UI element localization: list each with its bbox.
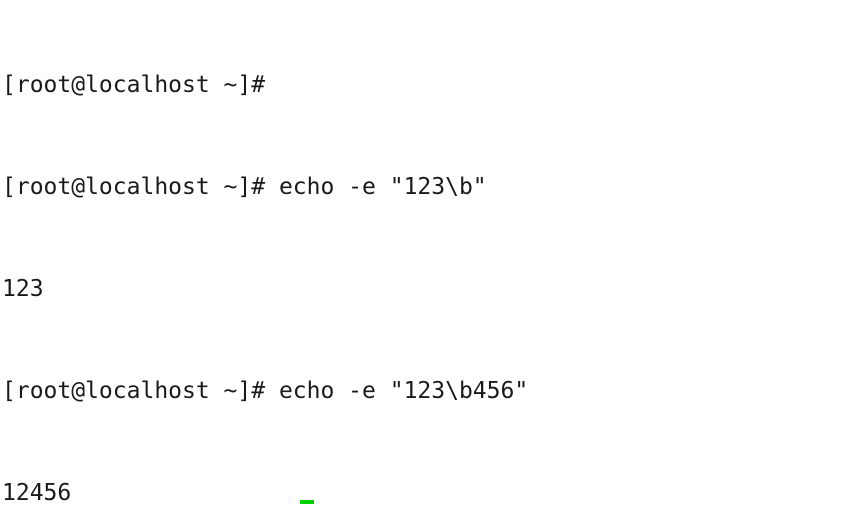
terminal-line: [root@localhost ~]# echo -e "123\b456" (2, 374, 857, 408)
cursor-icon (300, 500, 314, 504)
terminal-line: 12456 (2, 476, 857, 510)
terminal-line: 123 (2, 272, 857, 306)
terminal-line: [root@localhost ~]# (2, 68, 857, 102)
terminal[interactable]: [root@localhost ~]# [root@localhost ~]# … (0, 0, 857, 512)
terminal-line: [root@localhost ~]# echo -e "123\b" (2, 170, 857, 204)
